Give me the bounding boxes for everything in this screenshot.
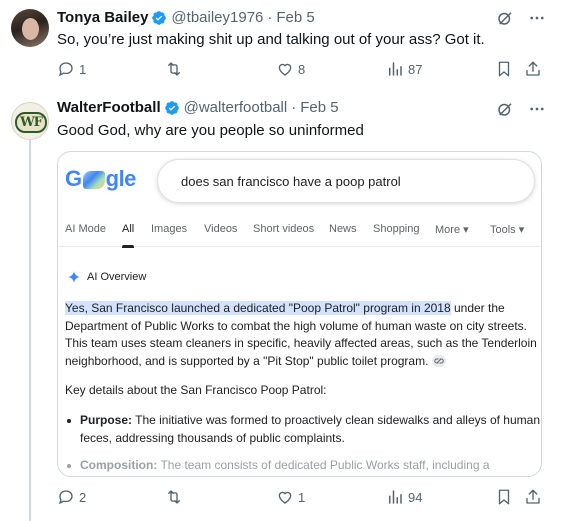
bookmark-button[interactable]: [495, 60, 513, 78]
avatar-logo-text: WF: [15, 111, 47, 133]
ai-overview-paragraph: Yes, San Francisco launched a dedicated …: [65, 301, 537, 368]
share-button[interactable]: [524, 60, 542, 78]
tab-all[interactable]: All: [122, 223, 135, 248]
tweet-text: So, you’re just making shit up and talki…: [57, 31, 485, 48]
bookmark-icon: [498, 489, 510, 505]
share-icon: [526, 489, 540, 504]
google-logo: Ggle: [65, 166, 136, 191]
views-button[interactable]: 94: [386, 488, 422, 506]
tweet-tonya-bailey[interactable]: Tonya Bailey @tbailey1976 · Feb 5 So, yo…: [0, 0, 566, 92]
retweet-icon: [168, 62, 180, 76]
tweet-date[interactable]: Feb 5: [276, 9, 314, 26]
key-details-heading: Key details about the San Francisco Poop…: [65, 383, 327, 397]
more-icon[interactable]: [528, 9, 546, 27]
retweet-button[interactable]: [165, 60, 187, 78]
link-icon[interactable]: [432, 354, 447, 367]
search-box[interactable]: does san francisco have a poop patrol: [157, 159, 535, 203]
reply-button[interactable]: 1: [57, 60, 86, 78]
tweet-text: Good God, why are you people so uninform…: [57, 122, 364, 139]
views-icon: [389, 62, 402, 76]
tweet-date[interactable]: Feb 5: [300, 99, 338, 116]
avatar[interactable]: WF: [11, 102, 49, 140]
action-bar: 1 8 87: [57, 60, 547, 80]
reply-count: 2: [79, 489, 87, 505]
verified-badge-icon: [152, 10, 167, 25]
author-name[interactable]: WalterFootball: [57, 99, 161, 116]
author-handle[interactable]: @tbailey1976: [171, 9, 263, 26]
bookmark-icon: [498, 61, 510, 77]
reply-icon: [58, 62, 73, 77]
tweet-header: WalterFootball @walterfootball · Feb 5: [57, 99, 339, 116]
view-count: 87: [408, 61, 423, 77]
tab-shopping[interactable]: Shopping: [373, 223, 420, 235]
reply-icon: [58, 490, 73, 505]
grok-icon[interactable]: [496, 9, 514, 27]
retweet-button[interactable]: [165, 488, 187, 506]
like-button[interactable]: 1: [276, 488, 305, 506]
verified-badge-icon: [164, 100, 179, 115]
view-count: 94: [408, 489, 423, 505]
share-icon: [526, 61, 540, 76]
like-button[interactable]: 8: [276, 60, 305, 78]
tab-ai-mode[interactable]: AI Mode: [65, 223, 106, 235]
tab-tools[interactable]: Tools ▾: [490, 223, 524, 236]
grok-icon[interactable]: [496, 100, 514, 118]
separator: ·: [267, 9, 273, 26]
search-tabs: AI Mode All Images Videos Short videos N…: [58, 212, 541, 248]
tab-more[interactable]: More ▾: [435, 223, 469, 236]
search-query: does san francisco have a poop patrol: [181, 174, 401, 189]
views-icon: [389, 490, 402, 504]
views-button[interactable]: 87: [386, 60, 422, 78]
ai-overview-header: AI Overview: [67, 270, 146, 284]
reply-count: 1: [79, 61, 87, 77]
tab-short-videos[interactable]: Short videos: [253, 223, 314, 235]
share-button[interactable]: [524, 488, 542, 506]
author-name[interactable]: Tonya Bailey: [57, 9, 148, 26]
like-count: 1: [298, 489, 306, 505]
tweet-header: Tonya Bailey @tbailey1976 · Feb 5: [57, 9, 315, 26]
reply-button[interactable]: 2: [57, 488, 86, 506]
separator: ·: [291, 99, 297, 116]
avatar[interactable]: [11, 9, 49, 47]
highlighted-text: Yes, San Francisco launched a dedicated …: [65, 301, 451, 315]
more-icon[interactable]: [528, 100, 546, 118]
tab-news[interactable]: News: [329, 223, 357, 235]
ai-overview-label: AI Overview: [87, 271, 147, 283]
tab-videos[interactable]: Videos: [204, 223, 237, 235]
author-handle[interactable]: @walterfootball: [184, 99, 288, 116]
attached-image-card[interactable]: Ggle does san francisco have a poop patr…: [57, 151, 542, 477]
bookmark-button[interactable]: [495, 488, 513, 506]
like-count: 8: [298, 61, 306, 77]
like-icon: [278, 63, 292, 76]
retweet-icon: [168, 490, 180, 504]
doodle-icon: [82, 171, 105, 189]
like-icon: [278, 491, 292, 504]
ai-sparkle-icon: [68, 271, 80, 283]
action-bar: 2 1 94: [57, 488, 547, 508]
tab-images[interactable]: Images: [151, 223, 187, 235]
